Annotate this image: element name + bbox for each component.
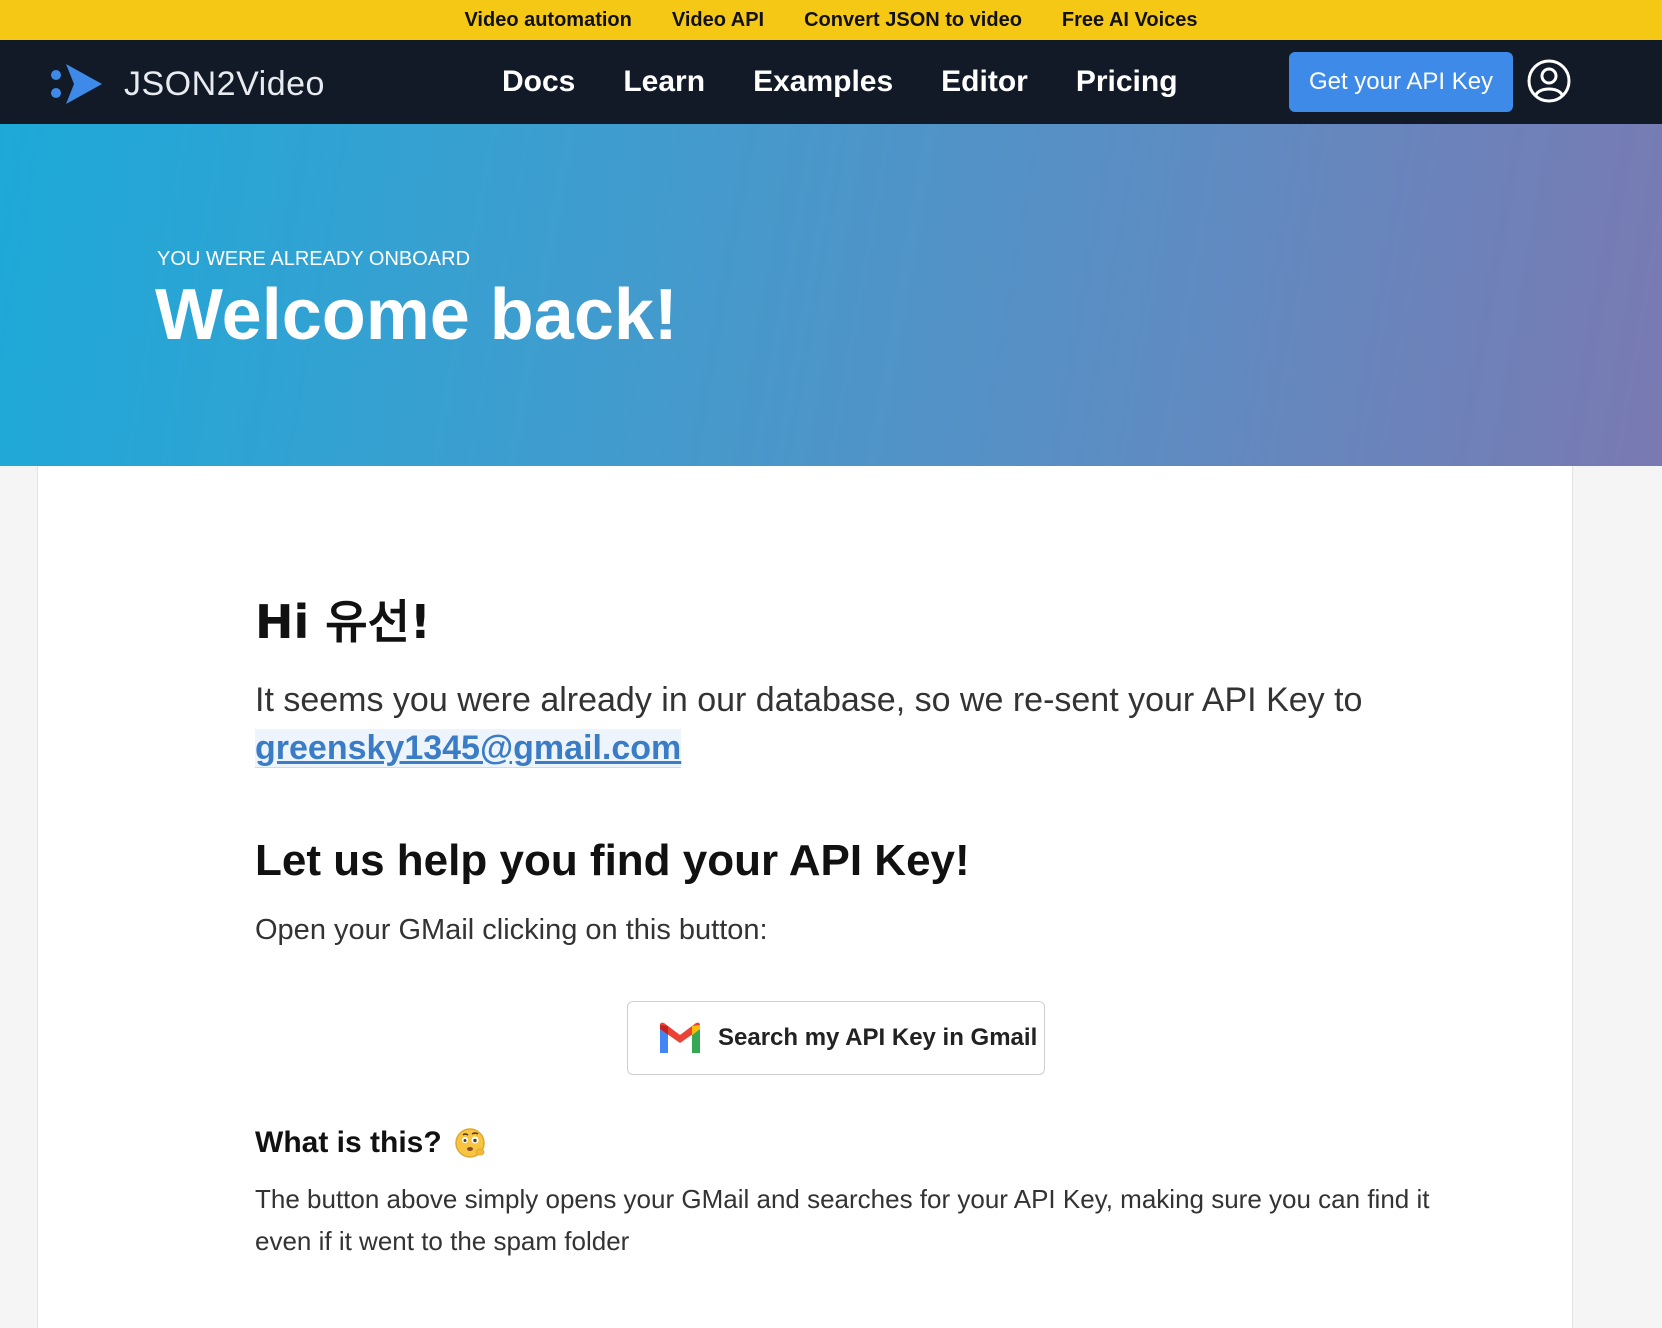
gmail-icon bbox=[660, 1022, 700, 1053]
search-gmail-button[interactable]: Search my API Key in Gmail bbox=[627, 1001, 1045, 1075]
nav-pricing[interactable]: Pricing bbox=[1076, 65, 1178, 99]
search-gmail-label: Search my API Key in Gmail bbox=[718, 1024, 1038, 1051]
topbar-link-free-ai-voices[interactable]: Free AI Voices bbox=[1062, 9, 1198, 32]
help-heading: Let us help you find your API Key! bbox=[255, 836, 970, 885]
brand-name: JSON2Video bbox=[124, 64, 325, 103]
hero-kicker: YOU WERE ALREADY ONBOARD bbox=[157, 248, 471, 270]
topbar-link-video-automation[interactable]: Video automation bbox=[464, 9, 631, 32]
what-is-this-text: What is this? bbox=[255, 1126, 442, 1159]
topbar-link-video-api[interactable]: Video API bbox=[672, 9, 764, 32]
nav-editor[interactable]: Editor bbox=[941, 65, 1028, 99]
nav-links: Docs Learn Examples Editor Pricing bbox=[502, 40, 1178, 124]
top-promo-bar: Video automation Video API Convert JSON … bbox=[0, 0, 1662, 40]
main-navbar: JSON2Video Docs Learn Examples Editor Pr… bbox=[0, 40, 1662, 124]
help-instructions: Open your GMail clicking on this button: bbox=[255, 914, 768, 946]
content-card: Hi 유선! It seems you were already in our … bbox=[37, 466, 1573, 1328]
email-link[interactable]: greensky1345@gmail.com bbox=[255, 729, 682, 768]
what-is-this-heading: What is this? bbox=[255, 1126, 486, 1160]
topbar-link-convert-json[interactable]: Convert JSON to video bbox=[804, 9, 1022, 32]
hero-banner: YOU WERE ALREADY ONBOARD Welcome back! bbox=[0, 124, 1662, 466]
resent-message-text: It seems you were already in our databas… bbox=[255, 681, 1363, 719]
nav-examples[interactable]: Examples bbox=[753, 65, 893, 99]
brand-logo[interactable]: JSON2Video bbox=[50, 62, 325, 106]
nav-docs[interactable]: Docs bbox=[502, 65, 575, 99]
what-is-this-description: The button above simply opens your GMail… bbox=[255, 1184, 1430, 1256]
user-circle-icon[interactable] bbox=[1526, 58, 1572, 104]
get-api-key-button[interactable]: Get your API Key bbox=[1289, 52, 1513, 112]
resent-message: It seems you were already in our databas… bbox=[255, 676, 1435, 772]
greeting-heading: Hi 유선! bbox=[255, 595, 431, 649]
hero-title: Welcome back! bbox=[155, 275, 678, 355]
thinking-face-icon bbox=[454, 1128, 485, 1158]
play-logo-icon bbox=[51, 64, 102, 104]
nav-learn[interactable]: Learn bbox=[623, 65, 705, 99]
